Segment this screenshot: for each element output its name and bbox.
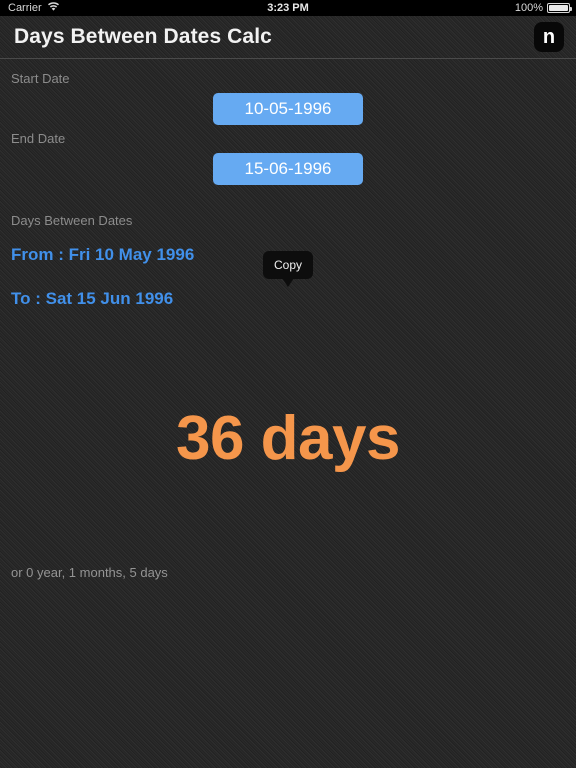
start-date-label: Start Date [11, 71, 70, 86]
end-date-button[interactable]: 15-06-1996 [213, 153, 363, 185]
to-date-text[interactable]: To : Sat 15 Jun 1996 [11, 289, 173, 309]
from-date-text[interactable]: From : Fri 10 May 1996 [11, 245, 194, 265]
days-result-value: 36 days [175, 404, 401, 473]
app-root: Carrier 3:23 PM 100% Days Between Dates … [0, 0, 576, 768]
end-date-label: End Date [11, 131, 66, 146]
status-bar-clock: 3:23 PM [267, 2, 309, 14]
app-logo-button[interactable]: n [534, 22, 564, 52]
start-date-button[interactable]: 10-05-1996 [213, 93, 363, 125]
copy-tooltip[interactable]: Copy [263, 251, 313, 287]
page-title: Days Between Dates Calc [14, 25, 272, 48]
battery-full-icon [547, 3, 572, 13]
navigation-bar: Days Between Dates Calc n [0, 16, 576, 59]
battery-percent-label: 100% [514, 2, 543, 14]
duration-breakdown-text: or 0 year, 1 months, 5 days [11, 565, 168, 580]
days-between-section-label: Days Between Dates [11, 213, 133, 228]
status-bar: Carrier 3:23 PM 100% [0, 0, 576, 16]
battery-fill [549, 5, 568, 11]
status-bar-right: 100% [514, 0, 572, 16]
